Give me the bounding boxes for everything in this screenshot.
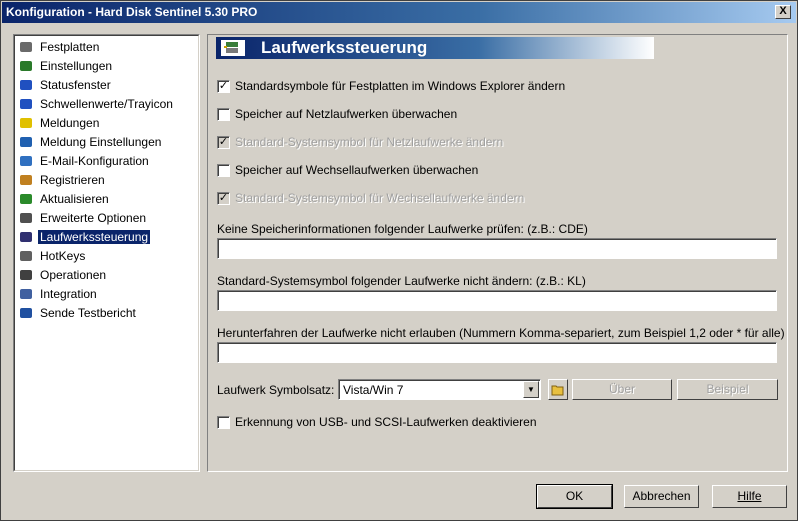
iconset-value: Vista/Win 7 xyxy=(343,383,404,397)
checkbox-box: ✓ xyxy=(217,136,230,149)
window-icon xyxy=(18,96,34,112)
no-icon-change-input[interactable] xyxy=(217,290,777,311)
tree-item-label: Festplatten xyxy=(40,40,100,54)
checkbox-label: Standard-Systemsymbol für Wechsellaufwer… xyxy=(235,191,525,205)
cancel-button[interactable]: Abbrechen xyxy=(624,485,699,508)
window-title: Konfiguration - Hard Disk Sentinel 5.30 … xyxy=(6,5,258,19)
no-storage-check-label: Keine Speicherinformationen folgender La… xyxy=(217,222,588,236)
no-storage-check-input[interactable] xyxy=(217,238,777,259)
tree-item-label: HotKeys xyxy=(40,249,86,263)
no-spindown-input[interactable] xyxy=(217,342,777,363)
email-icon xyxy=(18,153,34,169)
folder-icon xyxy=(551,385,564,396)
close-button[interactable]: X xyxy=(775,5,791,19)
tree-item-label: Operationen xyxy=(40,268,107,282)
tree-item[interactable]: Meldungen xyxy=(16,114,194,132)
tree-item[interactable]: Statusfenster xyxy=(16,76,194,94)
panel-title: Laufwerkssteuerung xyxy=(261,38,428,57)
tree-item-label: Meldungen xyxy=(40,116,100,130)
chevron-down-icon[interactable]: ▼ xyxy=(523,381,539,398)
no-spindown-label: Herunterfahren der Laufwerke nicht erlau… xyxy=(217,326,785,340)
checkbox-box[interactable] xyxy=(217,416,230,429)
tree-item-label: Registrieren xyxy=(40,173,105,187)
tree-item[interactable]: Operationen xyxy=(16,266,194,284)
tree-item-label: Integration xyxy=(40,287,97,301)
tree-item[interactable]: Einstellungen xyxy=(16,57,194,75)
checkbox-label: Standard-Systemsymbol für Netzlaufwerke … xyxy=(235,135,504,149)
help-button[interactable]: Hilfe xyxy=(712,485,787,508)
drive-control-icon xyxy=(221,40,245,56)
tree-item[interactable]: Laufwerkssteuerung xyxy=(16,228,194,246)
tree-item[interactable]: Aktualisieren xyxy=(16,190,194,208)
tree-item-label: Laufwerkssteuerung xyxy=(38,230,151,244)
panel-header: Laufwerkssteuerung xyxy=(216,37,654,59)
category-tree: Festplatten Einstellungen Statusfenster Sch… xyxy=(13,34,200,472)
tree-item-label: Aktualisieren xyxy=(40,192,109,206)
tree-item[interactable]: Integration xyxy=(16,285,194,303)
operations-icon xyxy=(18,267,34,283)
checkbox-box[interactable] xyxy=(217,108,230,121)
checkbox-label: Speicher auf Wechsellaufwerken überwache… xyxy=(235,163,479,177)
title-bar[interactable]: Konfiguration - Hard Disk Sentinel 5.30 … xyxy=(2,2,796,23)
tree-item[interactable]: Festplatten xyxy=(16,38,194,56)
hard-disk-icon xyxy=(18,39,34,55)
checkbox-label: Erkennung von USB- und SCSI-Laufwerken d… xyxy=(235,415,537,429)
tree-item[interactable]: Registrieren xyxy=(16,171,194,189)
integration-icon xyxy=(18,286,34,302)
tree-item[interactable]: Erweiterte Optionen xyxy=(16,209,194,227)
iconset-select[interactable]: Vista/Win 7 ▼ xyxy=(338,379,541,400)
tree-item-label: Sende Testbericht xyxy=(40,306,136,320)
tree-item-label: E-Mail-Konfiguration xyxy=(40,154,149,168)
checkbox-box[interactable] xyxy=(217,164,230,177)
tree-item[interactable]: Sende Testbericht xyxy=(16,304,194,322)
iconset-label: Laufwerk Symbolsatz: xyxy=(217,383,335,397)
tree-item[interactable]: Schwellenwerte/Trayicon xyxy=(16,95,194,113)
message-settings-icon xyxy=(18,134,34,150)
checkbox-box: ✓ xyxy=(217,192,230,205)
config-window: Konfiguration - Hard Disk Sentinel 5.30 … xyxy=(0,0,798,521)
register-icon xyxy=(18,172,34,188)
drive-control-icon xyxy=(18,229,34,245)
settings-globe-icon xyxy=(18,58,34,74)
tree-item-label: Einstellungen xyxy=(40,59,113,73)
folder-open-button[interactable] xyxy=(548,379,568,400)
checkbox-box[interactable]: ✓ xyxy=(217,80,230,93)
update-globe-icon xyxy=(18,191,34,207)
tree-item-label: Statusfenster xyxy=(40,78,111,92)
tree-item-label: Schwellenwerte/Trayicon xyxy=(40,97,173,111)
checkbox-label: Standardsymbole für Festplatten im Windo… xyxy=(235,79,566,93)
checkbox-label: Speicher auf Netzlaufwerken überwachen xyxy=(235,107,458,121)
window-icon xyxy=(18,77,34,93)
tree-item[interactable]: HotKeys xyxy=(16,247,194,265)
tree-item-label: Erweiterte Optionen xyxy=(40,211,147,225)
tree-item[interactable]: Meldung Einstellungen xyxy=(16,133,194,151)
warning-icon xyxy=(18,115,34,131)
about-button[interactable]: Über xyxy=(572,379,672,400)
tree-item-label: Meldung Einstellungen xyxy=(40,135,162,149)
ok-button[interactable]: OK xyxy=(536,484,613,509)
advanced-options-icon xyxy=(18,210,34,226)
report-icon xyxy=(18,305,34,321)
tree-item[interactable]: E-Mail-Konfiguration xyxy=(16,152,194,170)
no-icon-change-label: Standard-Systemsymbol folgender Laufwerk… xyxy=(217,274,586,288)
keyboard-icon xyxy=(18,248,34,264)
example-button[interactable]: Beispiel xyxy=(677,379,778,400)
